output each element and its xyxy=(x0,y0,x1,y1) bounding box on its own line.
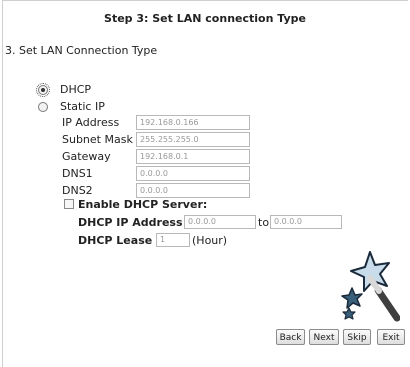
gateway-label: Gateway xyxy=(62,150,111,163)
ip-address-label: IP Address xyxy=(62,116,120,129)
radio-row-static-ip[interactable]: Static IP xyxy=(38,100,105,113)
ip-address-input[interactable] xyxy=(136,115,250,130)
frame-top-border xyxy=(2,0,408,1)
dns2-input[interactable] xyxy=(136,183,250,198)
dns1-input[interactable] xyxy=(136,166,250,181)
section-label: 3. Set LAN Connection Type xyxy=(5,44,158,57)
magic-wand-stars-icon xyxy=(341,251,400,322)
radio-row-dhcp[interactable]: DHCP xyxy=(36,82,92,97)
dns1-label: DNS1 xyxy=(62,167,93,180)
back-button[interactable]: Back xyxy=(276,329,305,345)
large-star-icon xyxy=(350,251,390,292)
enable-dhcp-server-checkbox[interactable] xyxy=(64,199,74,209)
exit-button[interactable]: Exit xyxy=(377,329,405,345)
dhcp-radio-label: DHCP xyxy=(60,83,92,96)
subnet-mask-input[interactable] xyxy=(136,132,250,147)
next-button[interactable]: Next xyxy=(309,329,339,345)
small-star-icon xyxy=(342,307,356,320)
page-title: Step 3: Set LAN connection Type xyxy=(104,12,306,25)
static-ip-radio[interactable] xyxy=(38,101,48,112)
dhcp-range-end-input[interactable] xyxy=(270,215,342,229)
dhcp-range-start-input[interactable] xyxy=(184,215,256,229)
subnet-mask-label: Subnet Mask xyxy=(62,133,133,146)
dhcp-radio[interactable] xyxy=(36,82,50,97)
medium-star-icon xyxy=(341,287,363,309)
frame-left-border xyxy=(2,0,3,367)
gateway-input[interactable] xyxy=(136,149,250,164)
enable-dhcp-server-label: Enable DHCP Server: xyxy=(78,198,208,211)
wand-handle-icon xyxy=(374,286,400,322)
dhcp-lease-unit-label: (Hour) xyxy=(192,234,228,247)
dhcp-range-to-label: to xyxy=(258,216,270,229)
skip-button[interactable]: Skip xyxy=(343,329,371,345)
static-ip-radio-label: Static IP xyxy=(60,100,105,113)
dhcp-lease-time-input[interactable] xyxy=(156,233,190,247)
dns2-label: DNS2 xyxy=(62,184,93,197)
